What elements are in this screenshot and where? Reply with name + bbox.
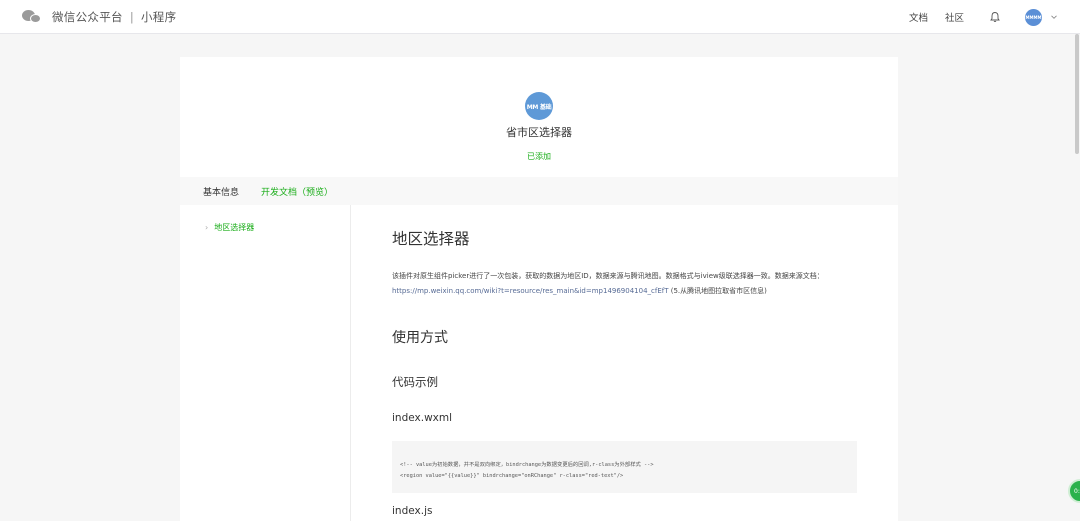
platform-subtitle: 小程序 xyxy=(141,10,177,24)
usage-heading: 使用方式 xyxy=(392,330,448,346)
code-line: <region value="{{value}}" bindrchange="o… xyxy=(400,473,624,479)
page-scrollbar[interactable] xyxy=(1074,0,1080,521)
tab-bar: 基本信息 开发文档（预览） xyxy=(180,177,898,205)
sidebar-item-label: 地区选择器 xyxy=(214,223,255,232)
code-line: <!-- value为初始数据，并不是双向绑定，bindrchange为数据变更… xyxy=(400,462,654,468)
desc-tail: (5.从腾讯地图拉取省市区信息) xyxy=(668,287,767,295)
doc-area: › 地区选择器 地区选择器 该插件对原生组件picker进行了一次包装，获取的数据… xyxy=(180,205,898,521)
chevron-right-icon: › xyxy=(205,223,209,232)
plugin-name: 省市区选择器 xyxy=(506,126,572,139)
wechat-logo-icon xyxy=(22,9,42,25)
chevron-down-icon[interactable] xyxy=(1050,13,1058,21)
plugin-avatar: MM 基础 xyxy=(525,92,553,120)
floating-button-label: 0: xyxy=(1074,487,1080,495)
bell-icon[interactable] xyxy=(989,11,1001,23)
doc-sidebar: › 地区选择器 xyxy=(180,205,351,521)
scrollbar-thumb[interactable] xyxy=(1075,34,1079,154)
top-nav: 文档 社区 MMMM xyxy=(909,0,1058,34)
brand-separator: | xyxy=(129,10,134,24)
top-bar: 微信公众平台 | 小程序 文档 社区 MMMM xyxy=(0,0,1080,34)
sidebar-item-region-picker[interactable]: › 地区选择器 xyxy=(205,222,254,233)
code-block: <!-- value为初始数据，并不是双向绑定，bindrchange为数据变更… xyxy=(392,441,857,493)
nav-docs-link[interactable]: 文档 xyxy=(909,10,928,24)
tab-dev-docs[interactable]: 开发文档（预览） xyxy=(261,185,333,198)
brand[interactable]: 微信公众平台 | 小程序 xyxy=(22,8,176,26)
doc-description: 该插件对原生组件picker进行了一次包装，获取的数据为地区ID，数据来源与腾讯… xyxy=(392,269,862,299)
tab-basic-info[interactable]: 基本信息 xyxy=(203,185,239,198)
example-heading: 代码示例 xyxy=(392,375,438,389)
brand-title: 微信公众平台 | 小程序 xyxy=(52,9,176,25)
desc-link[interactable]: https://mp.weixin.qq.com/wiki?t=resource… xyxy=(392,287,669,295)
nav-community-link[interactable]: 社区 xyxy=(945,10,964,24)
user-avatar[interactable]: MMMM xyxy=(1025,8,1042,26)
plugin-avatar-text: MM 基础 xyxy=(526,103,552,111)
plugin-header: MM 基础 省市区选择器 已添加 xyxy=(180,57,898,177)
platform-title: 微信公众平台 xyxy=(52,10,123,24)
file-heading-js: index.js xyxy=(392,505,433,517)
plugin-status: 已添加 xyxy=(527,152,551,161)
file-heading-wxml: index.wxml xyxy=(392,412,453,424)
plugin-card: MM 基础 省市区选择器 已添加 基本信息 开发文档（预览） › 地区选择器 地区… xyxy=(180,57,898,521)
user-avatar-text: MMMM xyxy=(1025,14,1042,20)
desc-text: 该插件对原生组件picker进行了一次包装，获取的数据为地区ID，数据来源与腾讯… xyxy=(392,272,824,280)
floating-help-button[interactable]: 0: xyxy=(1068,479,1080,503)
doc-title: 地区选择器 xyxy=(392,230,470,248)
